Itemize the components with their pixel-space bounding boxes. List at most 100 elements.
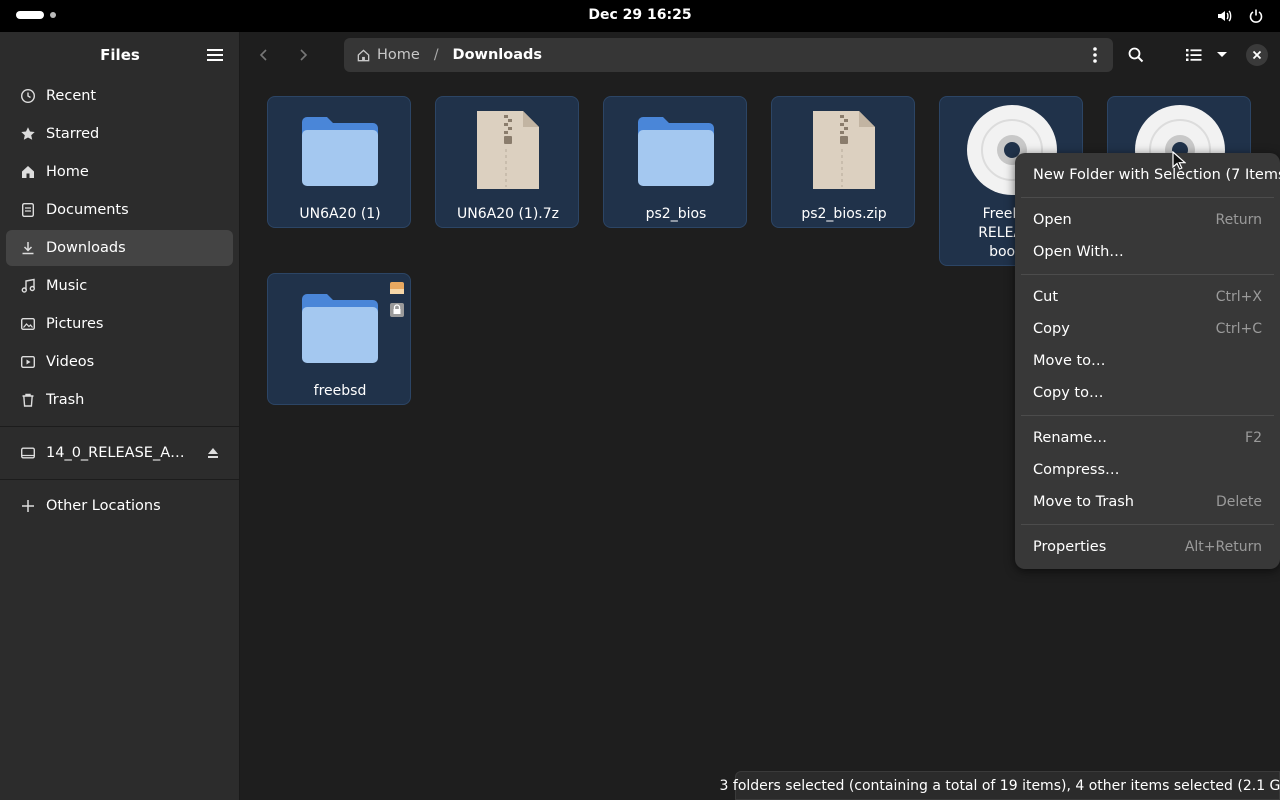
sidebar: Files Recent Starred Home Documents Down…: [0, 32, 240, 800]
sidebar-item-starred[interactable]: Starred: [6, 116, 233, 152]
view-list-button[interactable]: [1182, 43, 1206, 67]
view-options-button[interactable]: [1210, 43, 1234, 67]
system-tray[interactable]: [1214, 6, 1266, 26]
close-icon: [1252, 50, 1262, 60]
folder-icon: [268, 107, 412, 193]
places-list: Recent Starred Home Documents Downloads …: [0, 78, 239, 418]
sidebar-item-label: 14_0_RELEASE_AM…: [46, 445, 195, 461]
devices-list: 14_0_RELEASE_AM…: [0, 435, 239, 471]
sidebar-item-music[interactable]: Music: [6, 268, 233, 304]
file-name: freebsd: [313, 383, 367, 399]
sidebar-header: Files: [0, 32, 239, 78]
menu-item-properties[interactable]: Properties Alt+Return: [1021, 531, 1274, 563]
activities-indicator[interactable]: [16, 11, 56, 19]
file-item[interactable]: UN6A20 (1): [267, 96, 411, 228]
volume-icon[interactable]: [1214, 6, 1234, 26]
menu-item-copy-to[interactable]: Copy to…: [1021, 377, 1274, 409]
trash-icon: [20, 392, 36, 408]
sidebar-item-videos[interactable]: Videos: [6, 344, 233, 380]
video-icon: [20, 354, 36, 370]
file-item[interactable]: ps2_bios: [603, 96, 747, 228]
menu-item-label: Rename…: [1033, 430, 1107, 446]
menu-item-move-to[interactable]: Move to…: [1021, 345, 1274, 377]
home-icon: [357, 48, 370, 61]
menu-item-label: Cut: [1033, 289, 1058, 305]
menu-item-accel: F2: [1245, 430, 1262, 446]
menu-item-label: Open With…: [1033, 244, 1124, 260]
sidebar-item-recent[interactable]: Recent: [6, 78, 233, 114]
menu-item-rename[interactable]: Rename… F2: [1021, 422, 1274, 454]
file-name: ps2_bios.zip: [801, 206, 887, 222]
lock-emblem-icon: [390, 303, 404, 321]
archive-icon: [436, 107, 580, 193]
menu-separator: [1021, 274, 1274, 275]
sidebar-item-label: Documents: [46, 202, 129, 218]
file-item[interactable]: ps2_bios.zip: [771, 96, 915, 228]
sidebar-item-other-locations[interactable]: Other Locations: [6, 488, 233, 524]
other-list: Other Locations: [0, 488, 239, 524]
clock: Dec 29 16:25: [0, 7, 1280, 23]
menu-item-cut[interactable]: Cut Ctrl+X: [1021, 281, 1274, 313]
menu-item-label: Copy: [1033, 321, 1070, 337]
forward-button[interactable]: [291, 43, 315, 67]
sidebar-item-trash[interactable]: Trash: [6, 382, 233, 418]
sidebar-item-label: Music: [46, 278, 88, 294]
sidebar-item-label: Videos: [46, 354, 95, 370]
sidebar-item-documents[interactable]: Documents: [6, 192, 233, 228]
menu-item-move-to-trash[interactable]: Move to Trash Delete: [1021, 486, 1274, 518]
header-bar: Home / Downloads: [240, 32, 1280, 78]
menu-item-label: Move to Trash: [1033, 494, 1134, 510]
sidebar-divider: [0, 479, 239, 480]
workspace-dot: [50, 12, 56, 18]
file-name: UN6A20 (1): [299, 206, 381, 222]
list-view-icon: [1186, 49, 1202, 61]
search-button[interactable]: [1124, 43, 1148, 67]
breadcrumb-current[interactable]: Downloads: [453, 47, 542, 63]
menu-item-label: Open: [1033, 212, 1072, 228]
menu-item-accel: Ctrl+X: [1215, 289, 1262, 305]
back-button[interactable]: [252, 43, 276, 67]
menu-item-label: Copy to…: [1033, 385, 1104, 401]
menu-item-label: New Folder with Selection (7 Items): [1033, 167, 1280, 183]
menu-separator: [1021, 415, 1274, 416]
file-name: ps2_bios: [645, 206, 707, 222]
mouse-pointer-icon: [1172, 150, 1187, 175]
sidebar-item-home[interactable]: Home: [6, 154, 233, 190]
main-menu-button[interactable]: [203, 43, 227, 67]
sidebar-item-pictures[interactable]: Pictures: [6, 306, 233, 342]
menu-item-open[interactable]: Open Return: [1021, 204, 1274, 236]
sidebar-item-label: Pictures: [46, 316, 104, 332]
sidebar-divider: [0, 426, 239, 427]
chevron-left-icon: [259, 49, 267, 61]
sidebar-item-label: Trash: [46, 392, 85, 408]
sidebar-item-downloads[interactable]: Downloads: [6, 230, 233, 266]
file-item[interactable]: UN6A20 (1).7z: [435, 96, 579, 228]
eject-icon[interactable]: [205, 445, 221, 461]
archive-icon: [772, 107, 916, 193]
close-window-button[interactable]: [1246, 44, 1268, 66]
sidebar-item-label: Starred: [46, 126, 100, 142]
menu-item-label: Compress…: [1033, 462, 1120, 478]
breadcrumb-home[interactable]: Home: [356, 47, 420, 63]
chevron-down-icon: [1217, 52, 1227, 57]
power-icon[interactable]: [1246, 6, 1266, 26]
menu-item-label: Properties: [1033, 539, 1107, 555]
menu-item-new-folder-with-selection[interactable]: New Folder with Selection (7 Items): [1021, 159, 1280, 191]
sidebar-item-drive[interactable]: 14_0_RELEASE_AM…: [6, 435, 233, 471]
file-name: UN6A20 (1).7z: [456, 206, 559, 222]
download-icon: [20, 240, 36, 256]
sidebar-item-label: Home: [46, 164, 89, 180]
menu-item-open-with[interactable]: Open With…: [1021, 236, 1274, 268]
sidebar-item-label: Other Locations: [46, 498, 161, 514]
file-item[interactable]: freebsd: [267, 273, 411, 405]
path-bar[interactable]: Home / Downloads: [344, 38, 1113, 72]
breadcrumb-separator: /: [433, 47, 439, 63]
path-menu-button[interactable]: [1083, 43, 1107, 67]
clock-icon: [20, 88, 36, 104]
menu-separator: [1021, 197, 1274, 198]
clock-label[interactable]: Dec 29 16:25: [588, 7, 691, 23]
drive-emblem-icon: [390, 281, 404, 299]
menu-item-accel: Return: [1215, 212, 1262, 228]
menu-item-copy[interactable]: Copy Ctrl+C: [1021, 313, 1274, 345]
menu-item-compress[interactable]: Compress…: [1021, 454, 1274, 486]
